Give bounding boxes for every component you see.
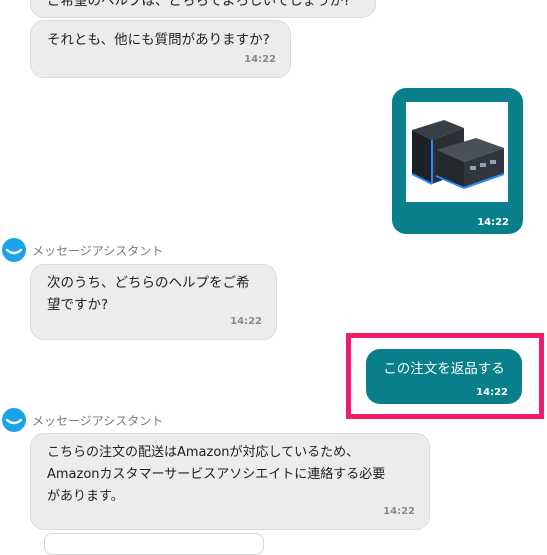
partial-option-button[interactable] bbox=[44, 533, 264, 555]
message-text: ご希望のヘルプは、どちらでよろしいでしょうか? bbox=[47, 0, 351, 9]
assistant-message-partial: ご希望のヘルプは、どちらでよろしいでしょうか? bbox=[30, 0, 376, 18]
highlight-box bbox=[346, 333, 544, 419]
assistant-header: メッセージアシスタント bbox=[2, 238, 163, 262]
message-time: 14:22 bbox=[230, 316, 262, 327]
assistant-message: それとも、他にも質問がありますか? 14:22 bbox=[30, 20, 291, 78]
message-text: それとも、他にも質問がありますか? bbox=[47, 32, 270, 48]
message-time: 14:22 bbox=[383, 506, 415, 517]
assistant-message: こちらの注文の配送はAmazonが対応しているため、 Amazonカスタマーサー… bbox=[30, 433, 430, 530]
assistant-message: 次のうち、どちらのヘルプをご希 望ですか? 14:22 bbox=[30, 264, 277, 340]
product-image[interactable] bbox=[406, 102, 508, 202]
user-product-message: 14:22 bbox=[392, 88, 523, 234]
message-line: こちらの注文の配送はAmazonが対応しているため、 bbox=[47, 445, 360, 460]
message-time: 14:22 bbox=[244, 54, 276, 65]
assistant-avatar-icon bbox=[2, 408, 26, 432]
message-line: 次のうち、どちらのヘルプをご希 bbox=[47, 275, 250, 291]
message-line: があります。 bbox=[47, 489, 124, 504]
assistant-name: メッセージアシスタント bbox=[32, 243, 164, 258]
message-time: 14:22 bbox=[477, 217, 509, 228]
message-line: Amazonカスタマーサービスアソシエイトに連絡する必要 bbox=[47, 467, 386, 482]
message-line: 望ですか? bbox=[47, 297, 109, 313]
assistant-avatar-icon bbox=[2, 238, 26, 262]
assistant-name: メッセージアシスタント bbox=[32, 413, 164, 428]
assistant-header: メッセージアシスタント bbox=[2, 408, 163, 432]
